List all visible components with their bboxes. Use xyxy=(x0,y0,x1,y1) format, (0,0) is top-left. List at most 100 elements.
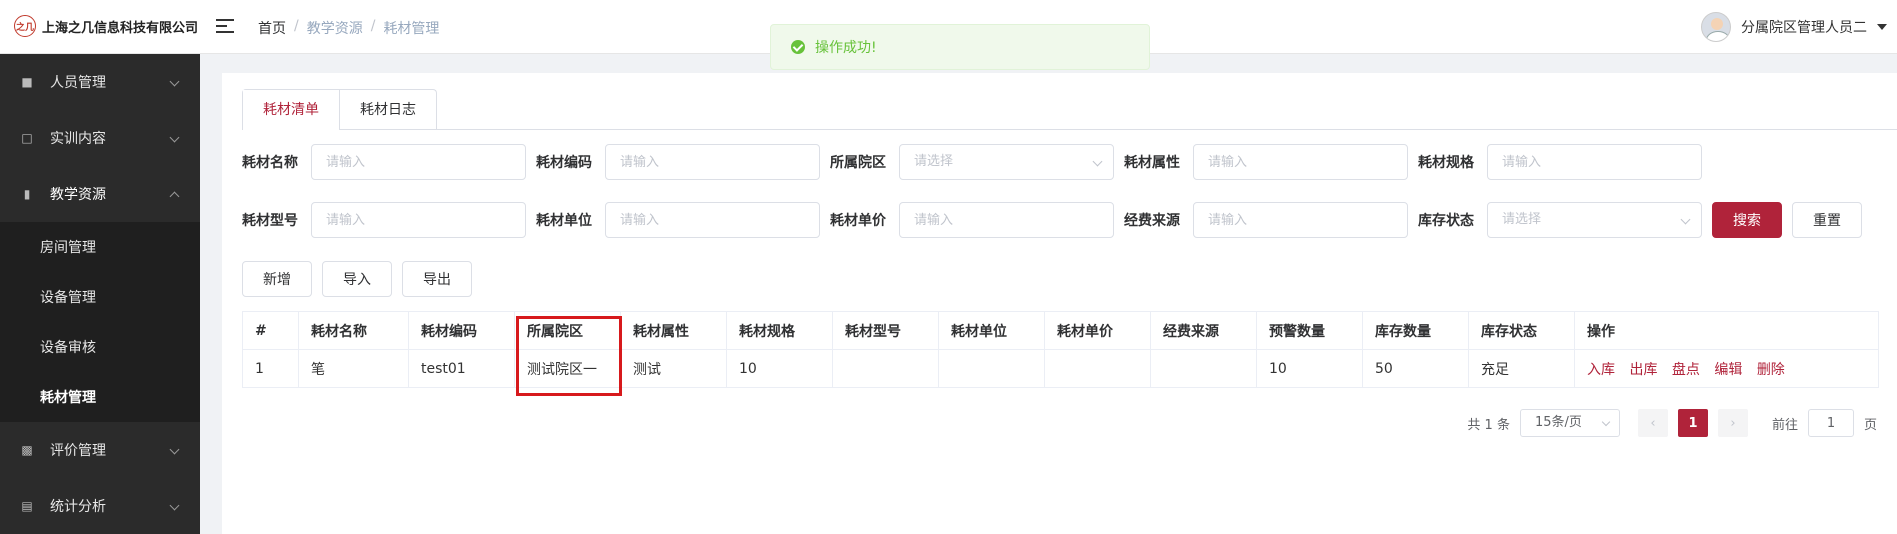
filter-label: 库存状态 xyxy=(1418,213,1474,229)
add-button[interactable]: 新增 xyxy=(242,261,312,297)
sidebar-subitem-consumables[interactable]: 耗材管理 xyxy=(0,372,200,422)
filter-field: 耗材型号 xyxy=(242,202,526,238)
user-name: 分属院区管理人员二 xyxy=(1741,20,1867,36)
filter-label: 耗材型号 xyxy=(242,213,298,229)
filter-label: 耗材名称 xyxy=(242,155,298,171)
company-logo[interactable]: 之几 上海之几信息科技有限公司 xyxy=(14,15,198,37)
consumable-model-input[interactable] xyxy=(311,202,526,238)
column-header: 所属院区 xyxy=(514,311,621,350)
stock-in-link[interactable]: 入库 xyxy=(1587,362,1615,378)
breadcrumb-separator: / xyxy=(294,18,299,34)
resource-icon: ▮ xyxy=(23,187,31,201)
funding-source-input[interactable] xyxy=(1193,202,1408,238)
sidebar-item-label: 评价管理 xyxy=(50,443,106,459)
tab-consumables-list[interactable]: 耗材清单 xyxy=(243,90,339,130)
stock-status-select[interactable]: 请选择 xyxy=(1487,202,1702,238)
sidebar-item-statistics[interactable]: ▤ 统计分析 xyxy=(0,478,200,534)
sidebar-item-label: 教学资源 xyxy=(50,187,106,203)
caret-down-icon xyxy=(1877,24,1887,30)
table-cell: 测试 xyxy=(620,349,727,388)
table-cell: test01 xyxy=(408,349,515,388)
sidebar-subitem-equipment-review[interactable]: 设备审核 xyxy=(0,322,200,372)
consumable-name-input[interactable] xyxy=(311,144,526,180)
filter-field: 耗材名称 xyxy=(242,144,526,180)
chevron-down-icon xyxy=(169,444,180,455)
book-icon: □ xyxy=(21,131,33,145)
rating-icon: ▩ xyxy=(21,443,33,457)
table-cell: 1 xyxy=(242,349,299,388)
breadcrumb-home[interactable]: 首页 xyxy=(258,18,286,38)
sidebar-item-label: 实训内容 xyxy=(50,131,106,147)
filter-field: 经费来源 xyxy=(1124,202,1408,238)
total-count: 共 1 条 xyxy=(1467,417,1510,433)
filter-row-2: 耗材型号 耗材单位 耗材单价 经费来源 库存状态 请选择 搜索 重置 xyxy=(242,202,1862,238)
inventory-check-link[interactable]: 盘点 xyxy=(1672,362,1700,378)
logo-icon: 之几 xyxy=(14,15,36,37)
column-header: 操作 xyxy=(1574,311,1879,350)
check-circle-icon xyxy=(791,40,805,54)
consumable-code-input[interactable] xyxy=(605,144,820,180)
campus-select[interactable]: 请选择 xyxy=(899,144,1114,180)
user-icon: ■ xyxy=(21,75,33,89)
page-size-select[interactable]: 15条/页 xyxy=(1519,409,1620,437)
table-cell: 充足 xyxy=(1468,349,1575,388)
breadcrumb-separator: / xyxy=(370,18,376,34)
column-header: 耗材名称 xyxy=(298,311,409,350)
column-header: 预警数量 xyxy=(1256,311,1363,350)
column-header: 经费来源 xyxy=(1150,311,1257,350)
table-cell: 50 xyxy=(1362,349,1469,388)
column-header: 耗材单价 xyxy=(1044,311,1151,350)
goto-page-input[interactable] xyxy=(1807,409,1854,437)
consumable-attribute-input[interactable] xyxy=(1193,144,1408,180)
breadcrumb: 首页 / 教学资源 / 耗材管理 xyxy=(258,18,439,38)
consumable-price-input[interactable] xyxy=(899,202,1114,238)
sidebar-item-evaluation[interactable]: ▩ 评价管理 xyxy=(0,422,200,478)
filter-field: 耗材单价 xyxy=(830,202,1114,238)
filter-label: 耗材规格 xyxy=(1418,155,1474,171)
sidebar-item-training[interactable]: □ 实训内容 xyxy=(0,110,200,166)
reset-button[interactable]: 重置 xyxy=(1792,202,1862,238)
delete-link[interactable]: 删除 xyxy=(1757,362,1785,378)
table-cell: 笔 xyxy=(298,349,409,388)
filter-field: 库存状态 请选择 xyxy=(1418,202,1702,238)
stock-out-link[interactable]: 出库 xyxy=(1629,362,1657,378)
consumable-unit-input[interactable] xyxy=(605,202,820,238)
table-cell: 10 xyxy=(1256,349,1363,388)
menu-toggle-icon[interactable] xyxy=(216,17,234,35)
sidebar-subitem-rooms[interactable]: 房间管理 xyxy=(0,222,200,272)
sidebar-subitem-equipment[interactable]: 设备管理 xyxy=(0,272,200,322)
page-number-button[interactable]: 1 xyxy=(1677,409,1708,437)
sidebar-item-teaching-resources[interactable]: ▮ 教学资源 xyxy=(0,166,200,222)
export-button[interactable]: 导出 xyxy=(402,261,472,297)
tab-consumables-log[interactable]: 耗材日志 xyxy=(339,90,436,130)
prev-page-button[interactable]: ‹ xyxy=(1637,409,1668,437)
content-card: 耗材清单 耗材日志 耗材名称 耗材编码 所属院区 请选择 耗材属性 耗材规格 耗… xyxy=(222,73,1897,534)
toast-message: 操作成功! xyxy=(815,40,877,56)
user-menu[interactable]: 分属院区管理人员二 xyxy=(1701,12,1887,42)
avatar xyxy=(1701,12,1731,42)
tab-divider xyxy=(242,129,1897,130)
filter-label: 耗材单价 xyxy=(830,213,886,229)
consumables-table: # 耗材名称 耗材编码 所属院区 耗材属性 耗材规格 耗材型号 耗材单位 耗材单… xyxy=(242,311,1879,388)
column-header: 库存数量 xyxy=(1362,311,1469,350)
edit-link[interactable]: 编辑 xyxy=(1714,362,1742,378)
table-cell xyxy=(1150,349,1257,388)
search-button[interactable]: 搜索 xyxy=(1712,202,1782,238)
filter-label: 耗材编码 xyxy=(536,155,592,171)
column-header: 库存状态 xyxy=(1468,311,1575,350)
column-header: 耗材属性 xyxy=(620,311,727,350)
next-page-button[interactable]: › xyxy=(1717,409,1748,437)
table-header-row: # 耗材名称 耗材编码 所属院区 耗材属性 耗材规格 耗材型号 耗材单位 耗材单… xyxy=(242,311,1879,350)
consumable-spec-input[interactable] xyxy=(1487,144,1702,180)
sidebar-item-personnel[interactable]: ■ 人员管理 xyxy=(0,54,200,110)
table-row: 1 笔 test01 测试院区一 测试 10 10 50 充足 入库 出库 盘点… xyxy=(242,349,1879,388)
import-button[interactable]: 导入 xyxy=(322,261,392,297)
sidebar-item-label: 人员管理 xyxy=(50,75,106,91)
filter-field: 耗材编码 xyxy=(536,144,820,180)
filter-label: 耗材单位 xyxy=(536,213,592,229)
table-actions-cell: 入库 出库 盘点 编辑 删除 xyxy=(1574,349,1879,388)
table-cell xyxy=(1044,349,1151,388)
filter-label: 耗材属性 xyxy=(1124,155,1180,171)
action-toolbar: 新增 导入 导出 xyxy=(242,261,472,297)
filter-label: 经费来源 xyxy=(1124,213,1180,229)
